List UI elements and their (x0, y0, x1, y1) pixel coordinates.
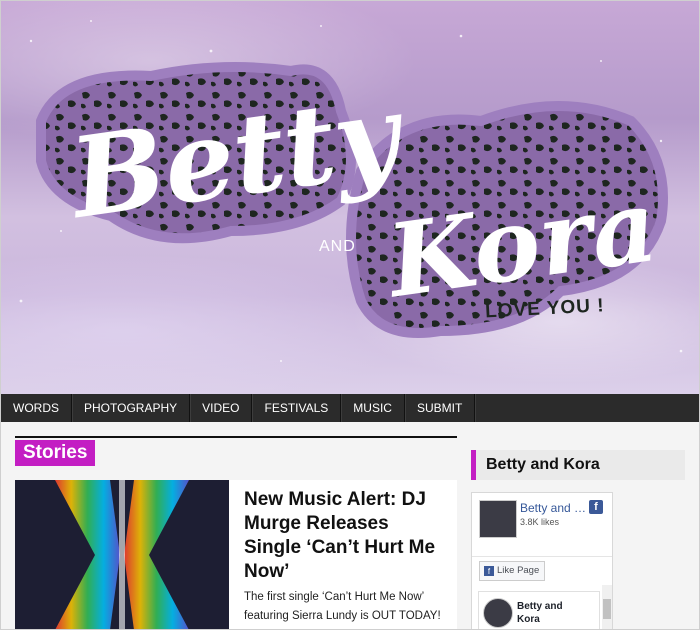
scrollbar-thumb[interactable] (603, 599, 611, 619)
facebook-scrollbar[interactable] (602, 585, 612, 629)
section-rule (15, 436, 457, 438)
nav-item-video[interactable]: VIDEO (190, 394, 253, 422)
banner-art: Betty AND Kora LOVE YOU ! (19, 20, 683, 362)
facebook-like-page-button[interactable]: f Like Page (479, 561, 546, 581)
facebook-page-avatar[interactable] (479, 500, 517, 538)
facebook-icon: f (484, 566, 494, 576)
facebook-logo-icon: f (589, 500, 603, 514)
header-banner: Betty AND Kora LOVE YOU ! (1, 1, 699, 394)
page-frame: Betty AND Kora LOVE YOU ! WORDS PHOTOGRA… (0, 0, 700, 630)
post-card: New Music Alert: DJ Murge Releases Singl… (15, 480, 457, 629)
thumbnail-art (15, 480, 229, 629)
nav-item-photography[interactable]: PHOTOGRAPHY (72, 394, 191, 422)
facebook-likes-count: 3.8K likes (520, 517, 560, 527)
content-area: Stories New Music Alert: DJ Murge Releas… (1, 422, 699, 629)
facebook-page-name[interactable]: Betty and Kora (520, 501, 594, 515)
post-excerpt: The first single ‘Can’t Hurt Me Now’ fea… (244, 591, 441, 622)
post-title[interactable]: New Music Alert: DJ Murge Releases Singl… (244, 488, 444, 584)
facebook-post-author[interactable]: Betty and Kora (517, 600, 577, 626)
sidebar-title: Betty and Kora (471, 450, 685, 480)
facebook-post: Betty and Kora (478, 591, 600, 629)
logo-and: AND (319, 238, 356, 255)
main-nav: WORDS PHOTOGRAPHY VIDEO FESTIVALS MUSIC … (1, 394, 699, 422)
nav-item-music[interactable]: MUSIC (341, 394, 405, 422)
nav-item-words[interactable]: WORDS (1, 394, 72, 422)
nav-item-submit[interactable]: SUBMIT (405, 394, 476, 422)
divider (472, 556, 612, 557)
section-label-stories: Stories (15, 440, 96, 466)
nav-item-festivals[interactable]: FESTIVALS (252, 394, 342, 422)
like-page-label: Like Page (497, 565, 540, 576)
facebook-post-avatar[interactable] (483, 598, 513, 628)
post-thumbnail[interactable] (15, 480, 229, 629)
